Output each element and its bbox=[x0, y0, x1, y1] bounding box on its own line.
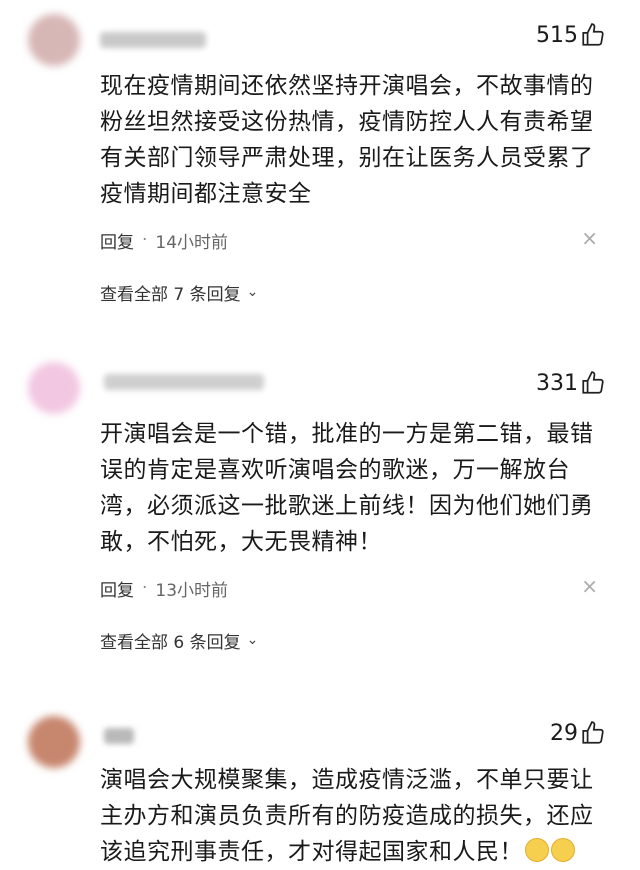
comment-text: 开演唱会是一个错，批准的一方是第二错，最错 误的肯定是喜欢听演唱会的歌迷，万一解… bbox=[100, 416, 620, 560]
comment-meta: 回复 · 13小时前 × bbox=[100, 574, 610, 602]
avatar[interactable] bbox=[28, 716, 80, 768]
view-replies-button[interactable]: 查看全部 6 条回复 ⌄ bbox=[100, 626, 258, 654]
thumbs-up-icon bbox=[582, 23, 604, 46]
chevron-down-icon: ⌄ bbox=[246, 632, 259, 648]
separator-dot: · bbox=[142, 230, 148, 250]
comment-line: 粉丝坦然接受这份热情，疫情防控人人有责希望 bbox=[100, 109, 594, 135]
like-button[interactable]: 331 bbox=[536, 370, 606, 396]
reply-button[interactable]: 回复 bbox=[100, 576, 134, 601]
like-count: 515 bbox=[536, 22, 578, 48]
chevron-down-icon: ⌄ bbox=[246, 284, 259, 300]
avatar[interactable] bbox=[28, 362, 80, 414]
like-button[interactable]: 29 bbox=[550, 720, 606, 746]
separator-dot: · bbox=[142, 578, 148, 598]
emoji-icon bbox=[551, 838, 575, 862]
like-button[interactable]: 515 bbox=[536, 22, 606, 48]
comment-line: 疫情期间都注意安全 bbox=[100, 181, 312, 207]
reply-button[interactable]: 回复 bbox=[100, 228, 134, 253]
comment-line: 有关部门领导严肃处理，别在让医务人员受累了 bbox=[100, 145, 594, 171]
username-blurred[interactable] bbox=[104, 728, 134, 744]
timestamp: 13小时前 bbox=[155, 580, 229, 601]
avatar[interactable] bbox=[28, 14, 80, 66]
username-blurred[interactable] bbox=[104, 374, 264, 390]
comment-line: 开演唱会是一个错，批准的一方是第二错，最错 bbox=[100, 421, 594, 447]
thumbs-up-icon bbox=[582, 721, 604, 744]
comment-line: 现在疫情期间还依然坚持开演唱会，不故事情的 bbox=[100, 73, 594, 99]
username-blurred[interactable] bbox=[100, 32, 206, 48]
emoji-icon bbox=[525, 838, 549, 862]
like-count: 29 bbox=[550, 720, 578, 746]
thumbs-up-icon bbox=[582, 371, 604, 394]
comment-line: 湾，必须派这一批歌迷上前线！因为他们她们勇 bbox=[100, 493, 594, 519]
timestamp: 14小时前 bbox=[155, 232, 229, 253]
close-icon[interactable]: × bbox=[581, 574, 598, 598]
like-count: 331 bbox=[536, 370, 578, 396]
comment-line-text: 该追究刑事责任，才对得起国家和人民！ bbox=[100, 839, 523, 865]
comment-text: 演唱会大规模聚集，造成疫情泛滥，不单只要让 主办方和演员负责所有的防疫造成的损失… bbox=[100, 762, 620, 870]
view-replies-label: 查看全部 7 条回复 bbox=[100, 284, 241, 305]
comment-line: 敢，不怕死，大无畏精神！ bbox=[100, 529, 382, 555]
comment-text: 现在疫情期间还依然坚持开演唱会，不故事情的 粉丝坦然接受这份热情，疫情防控人人有… bbox=[100, 68, 620, 212]
comment-line: 演唱会大规模聚集，造成疫情泛滥，不单只要让 bbox=[100, 767, 594, 793]
close-icon[interactable]: × bbox=[581, 226, 598, 250]
comment-line: 该追究刑事责任，才对得起国家和人民！ bbox=[100, 834, 620, 870]
comment-meta: 回复 · 14小时前 × bbox=[100, 226, 610, 254]
view-replies-button[interactable]: 查看全部 7 条回复 ⌄ bbox=[100, 278, 258, 306]
view-replies-label: 查看全部 6 条回复 bbox=[100, 632, 241, 653]
comment-line: 主办方和演员负责所有的防疫造成的损失，还应 bbox=[100, 803, 594, 829]
comment-line: 误的肯定是喜欢听演唱会的歌迷，万一解放台 bbox=[100, 457, 570, 483]
